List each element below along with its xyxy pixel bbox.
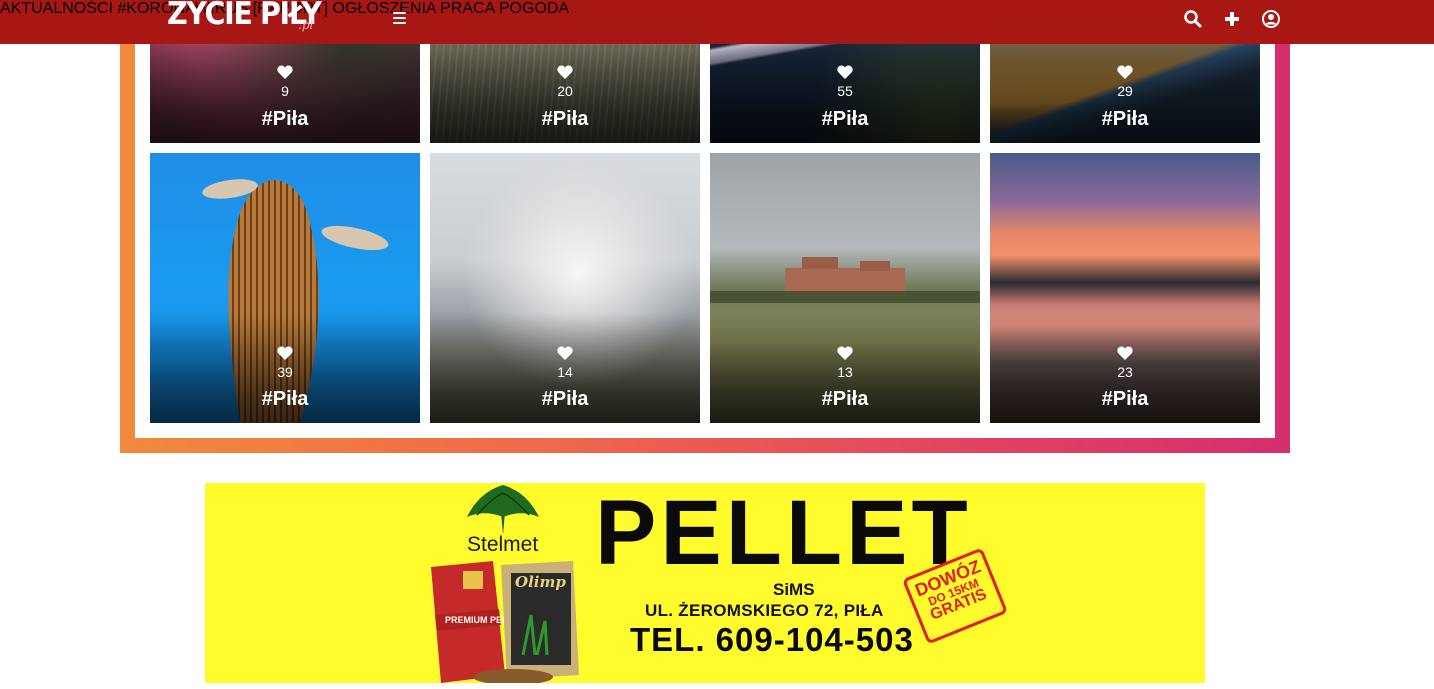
heart-icon [557,346,573,360]
hashtag: #Piła [821,388,869,410]
hashtag: #Piła [541,388,589,410]
gallery-tile[interactable]: 23 #Piła [990,153,1260,423]
nav-aktualnosci[interactable]: AKTUALNOŚCI [0,0,113,17]
ad-company: SiMS [773,580,815,599]
ad-brand: Stelmet [467,533,539,556]
gallery-tile[interactable]: 13 #Piła [710,153,980,423]
menu-icon[interactable] [393,12,407,26]
hashtag: #Piła [541,108,589,130]
gallery-grid: 9 #Piła 20 #Piła 55 #Piła 29 #Piła 39 #P… [135,0,1275,438]
hashtag: #Piła [1101,108,1149,130]
nav-pogoda[interactable]: POGODA [499,0,569,17]
like-count: 29 [1117,83,1133,99]
ad-title: PELLET [595,483,972,584]
nav-praca[interactable]: PRACA [440,0,494,17]
heart-icon [277,65,293,79]
heart-icon [557,65,573,79]
instagram-gallery-frame: 9 #Piła 20 #Piła 55 #Piła 29 #Piła 39 #P… [120,0,1290,453]
search-icon[interactable] [1183,9,1203,29]
gallery-tile[interactable]: 39 #Piła [150,153,420,423]
site-logo-suffix: .pl [298,18,314,32]
pellet-ad-banner[interactable]: Stelmet PREMIUM PELLETS Olimp PELLET SiM… [205,483,1205,683]
gallery-tile[interactable]: 14 #Piła [430,153,700,423]
heart-icon [277,346,293,360]
heart-icon [1117,346,1133,360]
heart-icon [837,65,853,79]
ad-address: UL. ŻEROMSKIEGO 72, PIŁA [645,601,884,620]
plus-icon[interactable] [1222,9,1242,29]
heart-icon [1117,65,1133,79]
tree-logo-icon [467,485,539,535]
user-icon[interactable] [1261,9,1281,29]
bag-right-label: Olimp [515,573,566,591]
heart-icon [837,346,853,360]
hashtag: #Piła [1101,388,1149,410]
ad-phone[interactable]: TEL. 609-104-503 [630,621,914,659]
like-count: 55 [837,83,853,99]
like-count: 13 [837,364,853,380]
hashtag: #Piła [821,108,869,130]
nav-ogloszenia[interactable]: OGŁOSZENIA [333,0,436,17]
like-count: 9 [281,83,289,99]
like-count: 20 [557,83,573,99]
like-count: 23 [1117,364,1133,380]
like-count: 14 [557,364,573,380]
hashtag: #Piła [261,388,309,410]
top-header: ŻYCIE PIŁY .pl AKTUALNOŚCI #KORONAWIRUS … [0,0,1434,44]
like-count: 39 [277,364,293,380]
hashtag: #Piła [261,108,309,130]
pellet-bags-image: PREMIUM PELLETS Olimp [431,561,579,683]
